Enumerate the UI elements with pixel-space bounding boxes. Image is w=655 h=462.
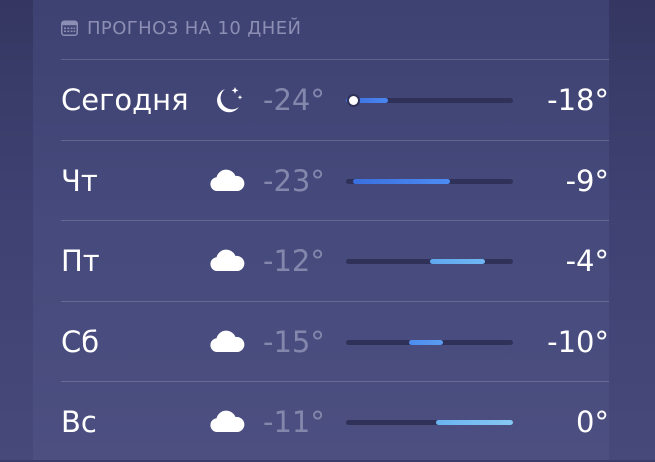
temperature-range-bar bbox=[346, 179, 513, 184]
temperature-range-fill bbox=[429, 259, 486, 264]
temperature-range-fill bbox=[408, 340, 444, 345]
temperature-range-fill bbox=[436, 420, 513, 425]
cloud-icon bbox=[210, 249, 245, 271]
day-label: Сегодня bbox=[61, 83, 189, 117]
day-label: Сб bbox=[61, 325, 100, 359]
forecast-row-thu[interactable]: Чт -23° -9° bbox=[61, 141, 609, 221]
temperature-range-bar bbox=[346, 340, 513, 345]
cloud-icon bbox=[210, 330, 245, 352]
temperature-range-bar bbox=[346, 96, 513, 105]
low-temp: -15° bbox=[263, 325, 325, 359]
forecast-row-sat[interactable]: Сб -15° -10° bbox=[61, 302, 609, 382]
high-temp: -18° bbox=[547, 83, 609, 117]
calendar-icon bbox=[61, 20, 78, 36]
temperature-range-bar bbox=[346, 420, 513, 425]
low-temp: -24° bbox=[263, 83, 325, 117]
moon-stars-icon bbox=[217, 87, 243, 113]
forecast-card: ПРОГНОЗ НА 10 ДНЕЙ Сегодня -24° -18° Чт … bbox=[33, 0, 609, 460]
low-temp: -23° bbox=[263, 164, 325, 198]
high-temp: -9° bbox=[565, 164, 609, 198]
high-temp: 0° bbox=[576, 405, 609, 439]
card-title: ПРОГНОЗ НА 10 ДНЕЙ bbox=[87, 17, 302, 39]
day-label: Пт bbox=[61, 244, 100, 278]
low-temp: -11° bbox=[263, 405, 325, 439]
forecast-row-sun[interactable]: Вс -11° 0° bbox=[61, 382, 609, 462]
cloud-icon bbox=[210, 169, 245, 191]
temperature-range-fill bbox=[352, 179, 451, 184]
current-temperature-dot bbox=[349, 96, 358, 105]
day-label: Вс bbox=[61, 405, 97, 439]
forecast-row-fri[interactable]: Пт -12° -4° bbox=[61, 221, 609, 301]
high-temp: -4° bbox=[565, 244, 609, 278]
high-temp: -10° bbox=[547, 325, 609, 359]
card-header: ПРОГНОЗ НА 10 ДНЕЙ bbox=[61, 12, 301, 44]
low-temp: -12° bbox=[263, 244, 325, 278]
forecast-row-today[interactable]: Сегодня -24° -18° bbox=[61, 60, 609, 140]
cloud-icon bbox=[210, 410, 245, 432]
temperature-range-bar bbox=[346, 259, 513, 264]
day-label: Чт bbox=[61, 164, 98, 198]
